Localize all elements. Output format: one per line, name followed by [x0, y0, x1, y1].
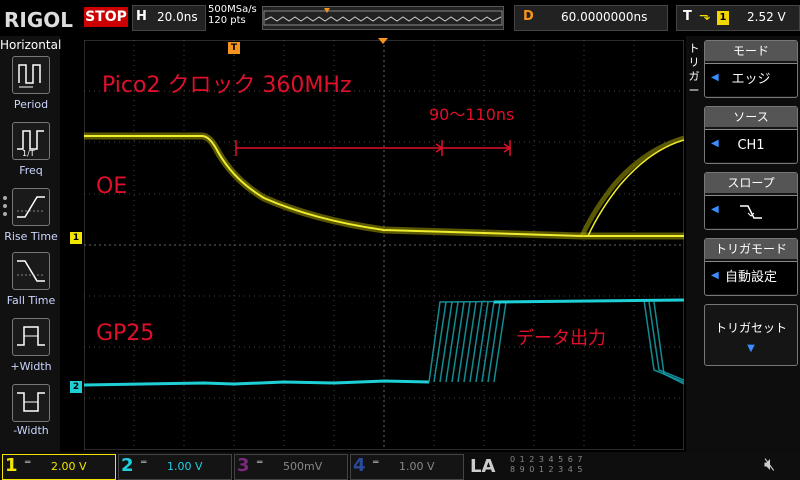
ch4-status[interactable]: 4 ═ 1.00 V	[350, 454, 464, 480]
trigger-key: T	[683, 9, 692, 24]
measurement-category[interactable]: Horizontal	[0, 38, 61, 52]
falling-edge-icon: ⬎	[699, 8, 711, 24]
period-label: Period	[13, 98, 49, 111]
trigger-level: 2.52 V	[747, 10, 786, 24]
rise-time-measure-button[interactable]	[12, 188, 50, 226]
delay-key: D	[523, 9, 534, 24]
logic-digits-row: 0 1 2 3 4 5 6 7	[510, 455, 584, 464]
dc-coupling-icon: ═	[141, 458, 147, 468]
delay-value: 60.0000000ns	[561, 10, 648, 24]
positive-width-icon	[17, 326, 45, 346]
trigger-source-label: ソース	[705, 107, 797, 127]
trigger-sweep-softkey[interactable]: トリガモード 自動設定 ◀	[704, 238, 798, 296]
ch3-status[interactable]: 3 ═ 500mV	[234, 454, 348, 480]
ch1-number: 1	[5, 455, 18, 476]
left-arrow-icon: ◀	[711, 204, 719, 215]
positive-width-measure-button[interactable]	[12, 318, 50, 356]
positive-width-label: +Width	[10, 360, 52, 373]
fall-time-label: Fall Time	[6, 294, 56, 307]
memory-waveform-icon	[263, 8, 503, 26]
trigger-slope-label: スロープ	[705, 173, 797, 193]
left-arrow-icon: ◀	[711, 138, 719, 149]
period-measure-button[interactable]	[12, 56, 50, 94]
logic-analyzer-button[interactable]: LA	[470, 456, 495, 477]
rise-time-icon	[17, 196, 45, 218]
trigger-slope-softkey[interactable]: スロープ ◀	[704, 172, 798, 230]
trigger-position-marker[interactable]: T	[228, 42, 240, 54]
ch4-scale: 1.00 V	[399, 460, 435, 473]
annotation-data-output: データ出力	[516, 328, 606, 349]
fall-time-icon	[17, 260, 45, 282]
ch4-number: 4	[353, 455, 366, 476]
page-dot	[3, 196, 7, 200]
trigger-sweep-label: トリガモード	[705, 239, 797, 259]
negative-width-measure-button[interactable]	[12, 384, 50, 422]
ch2-scale: 1.00 V	[167, 460, 203, 473]
dc-coupling-icon: ═	[373, 458, 379, 468]
logic-digits-row: 8 9 0 1 2 3 4 5	[510, 465, 584, 474]
timebase-value: 20.0ns	[157, 10, 198, 24]
ch1-scale: 2.00 V	[51, 460, 87, 473]
ch1-status[interactable]: 1 ═ 2.00 V	[2, 454, 116, 480]
trigger-setting-label: トリガセット	[714, 321, 787, 335]
trigger-mode-softkey[interactable]: モード エッジ ◀	[704, 40, 798, 98]
ch3-scale: 500mV	[283, 460, 323, 473]
waveform-display[interactable]: Pico2 クロック 360MHz OE GP25 90〜110ns データ出力	[84, 40, 684, 450]
center-time-marker	[378, 38, 388, 44]
trigger-mode-label: モード	[705, 41, 797, 61]
rise-time-label: Rise Time	[4, 230, 58, 243]
dc-coupling-icon: ═	[257, 458, 263, 468]
logic-channel-digits: 0 1 2 3 4 5 6 7 8 9 0 1 2 3 4 5	[510, 455, 584, 475]
trigger-menu-title: トリガー	[688, 42, 700, 97]
memory-overview-bar[interactable]	[262, 6, 504, 30]
run-stop-indicator[interactable]: STOP	[84, 7, 128, 27]
frequency-icon: 1/T	[17, 130, 44, 158]
trigger-setting-softkey[interactable]: トリガセット ▼	[704, 304, 798, 366]
annotation-oe: OE	[96, 174, 127, 199]
freq-measure-button[interactable]: 1/T	[12, 122, 50, 160]
annotation-range: 90〜110ns	[429, 105, 514, 124]
page-dot	[3, 204, 7, 208]
annotation-gp25: GP25	[96, 321, 154, 346]
left-arrow-icon: ◀	[711, 270, 719, 281]
trigger-status-display[interactable]: T ⬎ 1 2.52 V	[676, 5, 800, 31]
brand-logo: RIGOL	[4, 8, 74, 32]
dc-coupling-icon: ═	[25, 458, 31, 468]
period-icon	[18, 64, 41, 88]
negative-width-icon	[17, 392, 45, 412]
ch2-offset-marker[interactable]: 2	[70, 381, 82, 393]
fall-time-measure-button[interactable]	[12, 252, 50, 290]
sample-rate-readout: 500MSa/s 120 pts	[208, 4, 257, 26]
annotation-title: Pico2 クロック 360MHz	[102, 73, 352, 98]
sample-rate: 500MSa/s	[208, 4, 257, 15]
memory-depth: 120 pts	[208, 15, 246, 26]
negative-width-label: -Width	[13, 424, 49, 437]
speaker-mute-icon[interactable]: 🔇︎	[764, 454, 775, 475]
ch2-number: 2	[121, 455, 134, 476]
trigger-source-softkey[interactable]: ソース CH1 ◀	[704, 106, 798, 164]
trigger-delay-display[interactable]: D 60.0000000ns	[514, 5, 668, 31]
ch2-status[interactable]: 2 ═ 1.00 V	[118, 454, 232, 480]
ch1-offset-marker[interactable]: 1	[70, 232, 82, 244]
down-arrow-icon: ▼	[747, 343, 755, 354]
ch3-number: 3	[237, 455, 250, 476]
freq-label: Freq	[19, 164, 43, 177]
timebase-display[interactable]: H 20.0ns	[132, 5, 206, 31]
left-arrow-icon: ◀	[711, 72, 719, 83]
timebase-key: H	[136, 9, 147, 24]
page-dot	[3, 212, 7, 216]
svg-text:1/T: 1/T	[22, 149, 35, 158]
trigger-channel-badge: 1	[717, 11, 729, 25]
